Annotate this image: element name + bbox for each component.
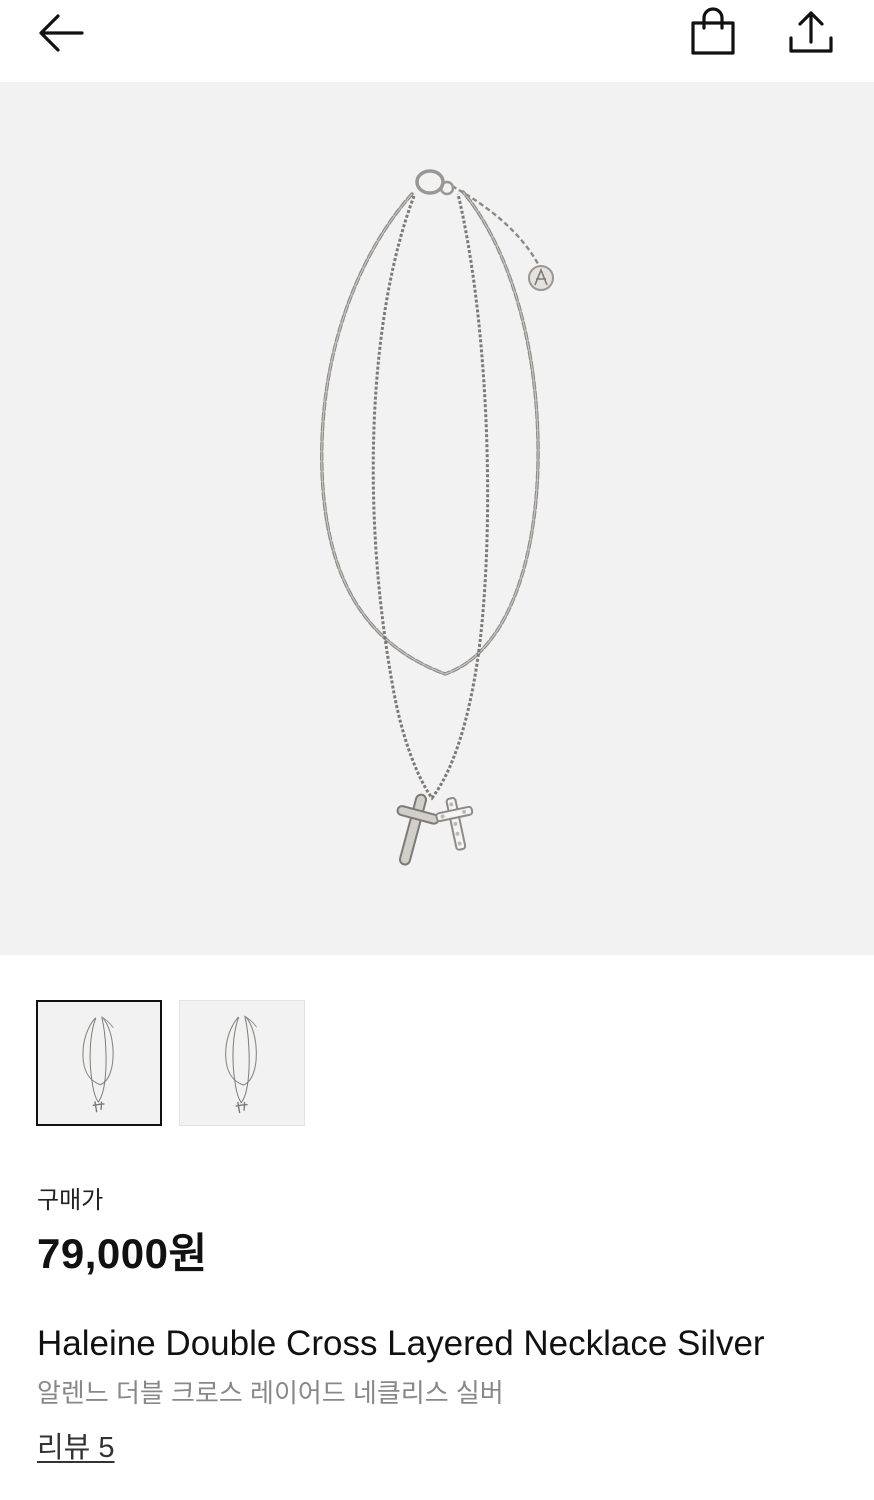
necklace-illustration (320, 169, 554, 866)
back-button[interactable] (30, 8, 94, 58)
share-button[interactable] (784, 6, 838, 62)
shopping-bag-icon (691, 7, 735, 55)
thumbnail-1-selected[interactable] (36, 1000, 162, 1126)
arrow-left-icon (39, 14, 84, 52)
thumbnail-strip (36, 1000, 336, 1126)
cart-button[interactable] (686, 6, 740, 62)
thumbnail-2[interactable] (179, 1000, 305, 1126)
review-link[interactable]: 리뷰 5 (37, 1424, 115, 1466)
necklace-thumbnail-image (82, 1016, 114, 1113)
price-label: 구매가 (37, 1187, 104, 1214)
product-name-english: Haleine Double Cross Layered Necklace Si… (37, 1324, 765, 1363)
share-upload-icon (789, 11, 833, 53)
price-value: 79,000원 (37, 1230, 208, 1277)
product-name-korean: 알렌느 더블 크로스 레이어드 네클리스 실버 (37, 1378, 504, 1408)
product-image[interactable] (0, 82, 874, 955)
necklace-thumbnail-image (225, 1015, 257, 1114)
top-bar (0, 0, 874, 82)
